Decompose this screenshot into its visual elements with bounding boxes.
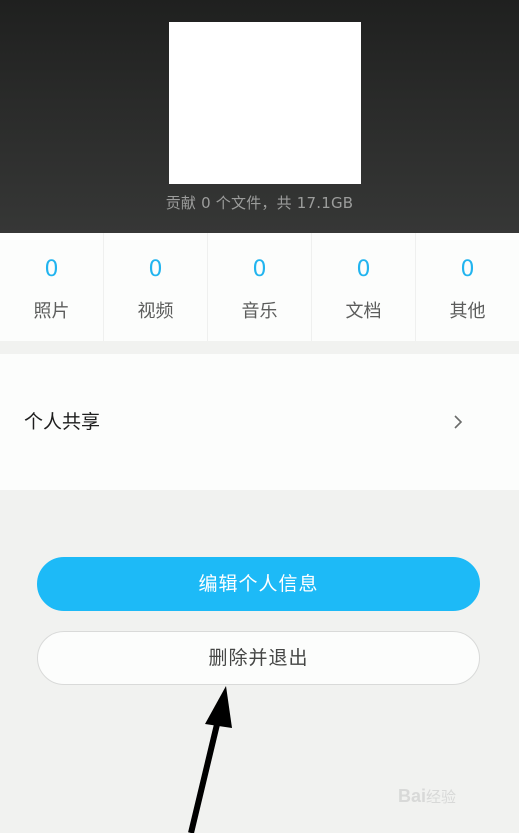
stat-label: 文档	[345, 301, 382, 322]
baidu-watermark: Bai经验	[398, 786, 456, 807]
stat-label: 其他	[449, 301, 486, 322]
stat-music[interactable]: 0 音乐	[207, 233, 311, 341]
watermark-brand: Bai	[398, 786, 427, 806]
profile-header: 贡献 0 个文件，共 17.1GB	[0, 0, 519, 233]
stat-label: 视频	[137, 301, 174, 322]
chevron-right-icon	[454, 415, 463, 429]
stat-label: 音乐	[241, 301, 278, 322]
personal-share-label: 个人共享	[24, 411, 101, 433]
stat-videos[interactable]: 0 视频	[103, 233, 207, 341]
delete-and-exit-button[interactable]: 删除并退出	[37, 631, 480, 685]
contribution-summary: 贡献 0 个文件，共 17.1GB	[165, 194, 354, 212]
stat-count: 0	[356, 257, 371, 282]
watermark-suffix: 经验	[426, 789, 457, 806]
stat-label: 照片	[33, 301, 70, 322]
stat-count: 0	[148, 257, 163, 282]
stat-photos[interactable]: 0 照片	[0, 233, 103, 341]
stat-other[interactable]: 0 其他	[415, 233, 519, 341]
stat-count: 0	[252, 257, 267, 282]
stat-count: 0	[44, 257, 59, 282]
edit-profile-button[interactable]: 编辑个人信息	[37, 557, 480, 611]
avatar[interactable]	[169, 22, 361, 184]
personal-share-row[interactable]: 个人共享	[0, 354, 519, 490]
file-stats-bar: 0 照片 0 视频 0 音乐 0 文档 0 其他	[0, 233, 519, 341]
stat-count: 0	[460, 257, 475, 282]
stat-documents[interactable]: 0 文档	[311, 233, 415, 341]
